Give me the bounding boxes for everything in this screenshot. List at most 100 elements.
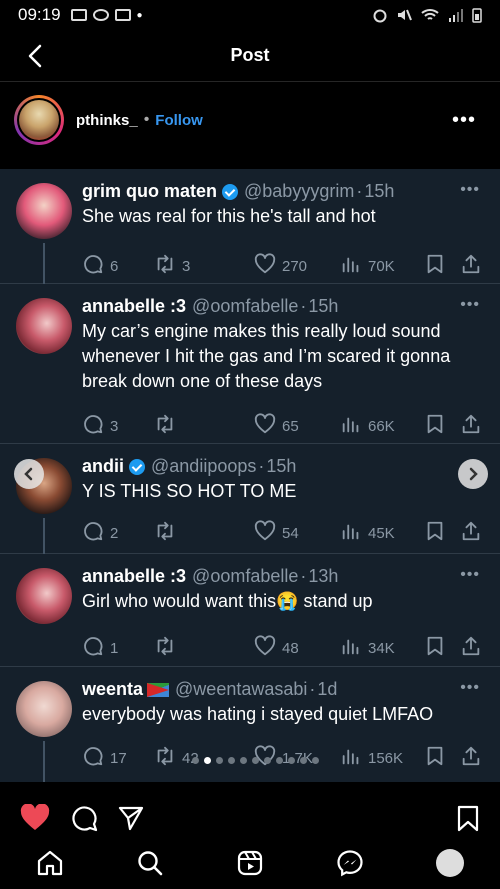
post-image: grim quo maten @babyyygrim · 15h ••• She… [0, 157, 500, 782]
save-bookmark-icon[interactable] [456, 804, 480, 832]
views-icon [340, 745, 362, 771]
tweet-reply-button: 1 [82, 635, 118, 661]
like-icon [254, 635, 276, 661]
page-title: Post [230, 45, 270, 65]
browser-icon [92, 9, 109, 21]
tweet-author-name: annabelle :3 [82, 296, 187, 316]
tweet-handle: @babyyygrim [244, 181, 355, 201]
carousel-dot [312, 757, 319, 764]
status-system-icons [372, 7, 482, 23]
tweet-more-icon: ••• [460, 566, 480, 583]
back-arrow-icon[interactable] [22, 42, 50, 70]
status-time: 09:19 [18, 5, 61, 24]
tweet-text: She was real for this he's tall and hot [82, 206, 376, 226]
tweet-views-count: 70K [368, 257, 395, 275]
carousel-dot [252, 757, 259, 764]
tweet-time: 15h [364, 181, 395, 201]
tweet-more-icon: ••• [460, 181, 480, 198]
tweet-views-count: 66K [368, 417, 395, 435]
carousel-next-button[interactable] [458, 459, 488, 489]
wifi-icon [421, 9, 439, 20]
tweet-share-button [460, 745, 482, 771]
retweet-icon [154, 520, 176, 546]
carousel-dot [192, 757, 199, 764]
tweet-views-button: 66K [340, 413, 395, 439]
tweet-bookmark-button [424, 520, 446, 546]
tweet-handle: @andiipoops [151, 456, 257, 476]
nav-home[interactable] [35, 848, 65, 878]
tweet-bookmark-button [424, 745, 446, 771]
tweet-reply-button: 6 [82, 253, 118, 279]
tweet-views-count: 34K [368, 639, 395, 657]
alarm-icon [373, 9, 387, 23]
signal-icon [449, 9, 463, 22]
carousel-dot [228, 757, 235, 764]
reply-icon [82, 745, 104, 771]
tweet-reply-count: 1 [110, 639, 119, 657]
tweet-avatar [16, 681, 72, 737]
carousel-dot [264, 757, 271, 764]
chevron-right-icon [469, 467, 478, 481]
share-icon [460, 413, 482, 439]
tweet-more-icon: ••• [460, 679, 480, 696]
tweet-handle: @oomfabelle [192, 296, 299, 316]
nav-search[interactable] [135, 848, 165, 878]
more-options-icon[interactable]: ••• [452, 109, 476, 132]
tweet-share-button [460, 635, 482, 661]
comment-icon[interactable] [70, 804, 98, 832]
tweet-like-count: 65 [282, 417, 299, 435]
views-icon [340, 520, 362, 546]
tweet-bookmark-button [424, 635, 446, 661]
home-icon [37, 850, 63, 875]
status-notification-icons: ● [70, 9, 143, 21]
tweet-reply-count: 3 [110, 417, 119, 435]
follow-button[interactable]: Follow [155, 112, 203, 129]
tweet-bookmark-button [424, 413, 446, 439]
tweet-share-button [460, 253, 482, 279]
messenger-icon [337, 849, 363, 876]
tweet-retweet-count: 3 [182, 257, 191, 275]
like-heart-icon[interactable] [20, 804, 50, 832]
carousel-dot [288, 757, 295, 764]
post-header: Post [0, 30, 500, 82]
share-icon [460, 745, 482, 771]
tweet-retweet-button [154, 635, 182, 661]
carousel-prev-button[interactable] [14, 459, 44, 489]
retweet-icon [154, 635, 176, 661]
tweet-item: annabelle :3 @oomfabelle · 13h ••• Girl … [0, 554, 500, 667]
nav-profile[interactable] [435, 848, 465, 878]
tweet-like-count: 48 [282, 639, 299, 657]
tweet-views-count: 156K [368, 749, 404, 767]
tweet-reply-button: 3 [82, 413, 118, 439]
verified-badge-icon [222, 183, 239, 200]
author-username[interactable]: pthinks_ [76, 112, 138, 129]
carousel-indicator [192, 757, 319, 764]
tweet-text-main: Girl who would want this [82, 591, 277, 611]
tweet-like-count: 54 [282, 524, 299, 542]
crying-emoji: 😭 [276, 591, 299, 611]
tweet-retweet-button [154, 413, 182, 439]
carousel-dot [204, 757, 211, 764]
tweet-bookmark-button [424, 253, 446, 279]
mute-icon [398, 9, 412, 21]
nav-reels[interactable] [235, 848, 265, 878]
carousel-dot [216, 757, 223, 764]
post-actions [0, 800, 500, 834]
tweet-item: andii @andiipoops · 15h Y IS THIS SO HOT… [0, 444, 500, 554]
reply-icon [82, 635, 104, 661]
dot-icon: ● [136, 9, 143, 21]
tweet-share-button [460, 520, 482, 546]
tweet-reply-count: 2 [110, 524, 119, 542]
author-avatar[interactable] [14, 95, 64, 145]
tweet-views-button: 156K [340, 745, 403, 771]
tweet-retweet-button: 3 [154, 253, 190, 279]
tweet-avatar [16, 568, 72, 624]
retweet-icon [154, 253, 176, 279]
carousel-dot [276, 757, 283, 764]
tweet-like-button: 54 [254, 520, 299, 546]
tweet-reply-count: 6 [110, 257, 119, 275]
chevron-left-icon [24, 467, 33, 481]
like-icon [254, 520, 276, 546]
share-icon[interactable] [117, 804, 145, 832]
nav-messages[interactable] [335, 848, 365, 878]
